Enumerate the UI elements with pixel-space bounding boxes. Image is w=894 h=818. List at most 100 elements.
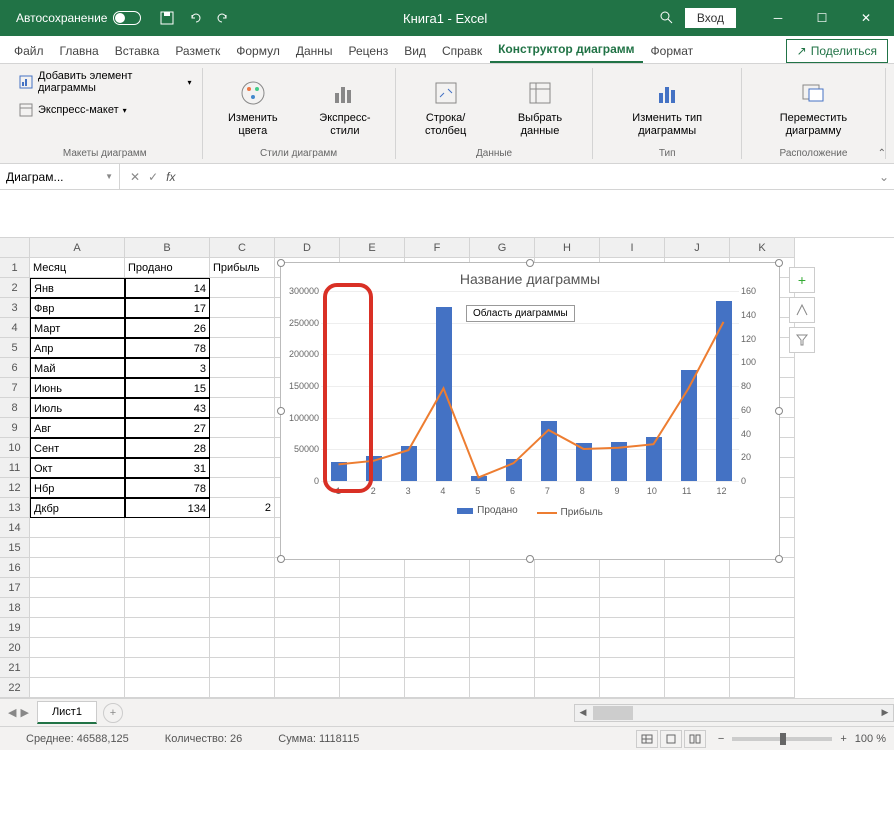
row-header[interactable]: 6 (0, 358, 29, 378)
zoom-slider[interactable] (732, 737, 832, 741)
cell[interactable]: 43 (125, 398, 210, 418)
tab-view[interactable]: Вид (396, 39, 434, 63)
tab-help[interactable]: Справк (434, 39, 490, 63)
cell[interactable]: Авг (30, 418, 125, 438)
change-colors-button[interactable]: Изменить цвета (211, 75, 296, 138)
cell[interactable] (125, 678, 210, 698)
cell[interactable] (535, 638, 600, 658)
cell[interactable] (405, 658, 470, 678)
fx-icon[interactable]: fx (166, 170, 175, 184)
cell[interactable] (730, 598, 795, 618)
row-header[interactable]: 2 (0, 278, 29, 298)
cell[interactable] (210, 438, 275, 458)
cell[interactable]: Май (30, 358, 125, 378)
save-icon[interactable] (159, 10, 175, 26)
close-button[interactable]: ✕ (846, 4, 886, 32)
cell[interactable] (30, 638, 125, 658)
sheet-tab-1[interactable]: Лист1 (37, 701, 97, 724)
cell[interactable] (340, 558, 405, 578)
tab-home[interactable]: Главна (52, 39, 107, 63)
cell[interactable] (210, 318, 275, 338)
cell[interactable]: 27 (125, 418, 210, 438)
cell[interactable]: Прибыль (210, 258, 275, 278)
cell[interactable] (665, 578, 730, 598)
row-header[interactable]: 7 (0, 378, 29, 398)
col-header[interactable]: A (30, 238, 125, 258)
view-normal-button[interactable] (636, 730, 658, 748)
cell[interactable] (535, 558, 600, 578)
cell[interactable] (30, 658, 125, 678)
row-header[interactable]: 12 (0, 478, 29, 498)
undo-icon[interactable] (187, 10, 203, 26)
row-header[interactable]: 15 (0, 538, 29, 558)
cell[interactable] (275, 658, 340, 678)
scrollbar-thumb[interactable] (593, 706, 633, 720)
cell[interactable] (210, 338, 275, 358)
tab-data[interactable]: Данны (288, 39, 341, 63)
cell[interactable] (210, 398, 275, 418)
cell[interactable]: Март (30, 318, 125, 338)
switch-row-col-button[interactable]: Строка/столбец (404, 75, 488, 138)
cell[interactable] (730, 578, 795, 598)
cell[interactable] (30, 618, 125, 638)
cell[interactable] (125, 578, 210, 598)
cell[interactable] (730, 638, 795, 658)
cell[interactable] (730, 558, 795, 578)
share-button[interactable]: ↗Поделиться (786, 39, 888, 63)
cell[interactable] (275, 638, 340, 658)
cell[interactable] (340, 658, 405, 678)
cell[interactable]: 78 (125, 478, 210, 498)
chart-elements-button[interactable]: + (789, 267, 815, 293)
add-chart-element-button[interactable]: Добавить элемент диаграммы ▾ (16, 68, 194, 96)
cell[interactable]: Фвр (30, 298, 125, 318)
cell[interactable] (665, 638, 730, 658)
cell[interactable] (125, 658, 210, 678)
cell[interactable] (210, 298, 275, 318)
cell[interactable] (210, 658, 275, 678)
cell[interactable] (470, 558, 535, 578)
cell[interactable] (30, 598, 125, 618)
tab-file[interactable]: Файл (6, 39, 52, 63)
cell[interactable]: Апр (30, 338, 125, 358)
cell[interactable] (30, 518, 125, 538)
cell[interactable] (470, 618, 535, 638)
cell[interactable] (405, 618, 470, 638)
cell[interactable] (210, 678, 275, 698)
scroll-right-icon[interactable]: ▶ (877, 707, 893, 718)
cell[interactable] (600, 658, 665, 678)
col-header[interactable]: E (340, 238, 405, 258)
name-box[interactable]: Диаграм...▼ (0, 164, 120, 189)
cell[interactable]: 31 (125, 458, 210, 478)
cell[interactable] (470, 638, 535, 658)
search-icon[interactable] (659, 10, 675, 26)
cell[interactable] (210, 478, 275, 498)
select-all-cell[interactable] (0, 238, 29, 258)
plot-area[interactable] (321, 291, 739, 481)
cell[interactable] (405, 598, 470, 618)
express-layout-button[interactable]: Экспресс-макет ▾ (16, 100, 129, 120)
cell[interactable] (730, 678, 795, 698)
cell[interactable]: Янв (30, 278, 125, 298)
row-header[interactable]: 11 (0, 458, 29, 478)
chart-legend[interactable]: Продано Прибыль (281, 501, 779, 522)
cell[interactable] (275, 578, 340, 598)
row-header[interactable]: 5 (0, 338, 29, 358)
cell[interactable] (125, 598, 210, 618)
cell[interactable] (600, 618, 665, 638)
cell[interactable] (470, 658, 535, 678)
col-header[interactable]: B (125, 238, 210, 258)
tab-chart-design[interactable]: Конструктор диаграмм (490, 37, 642, 63)
move-chart-button[interactable]: Переместить диаграмму (750, 75, 877, 138)
zoom-control[interactable]: − + 100 % (718, 733, 886, 745)
horizontal-scrollbar[interactable]: ◀ ▶ (574, 704, 894, 722)
cell[interactable]: Сент (30, 438, 125, 458)
cell[interactable] (405, 638, 470, 658)
col-header[interactable]: I (600, 238, 665, 258)
row-header[interactable]: 10 (0, 438, 29, 458)
maximize-button[interactable]: ☐ (802, 4, 842, 32)
col-header[interactable]: G (470, 238, 535, 258)
cell[interactable] (340, 578, 405, 598)
cell[interactable] (275, 618, 340, 638)
row-header[interactable]: 8 (0, 398, 29, 418)
row-header[interactable]: 9 (0, 418, 29, 438)
